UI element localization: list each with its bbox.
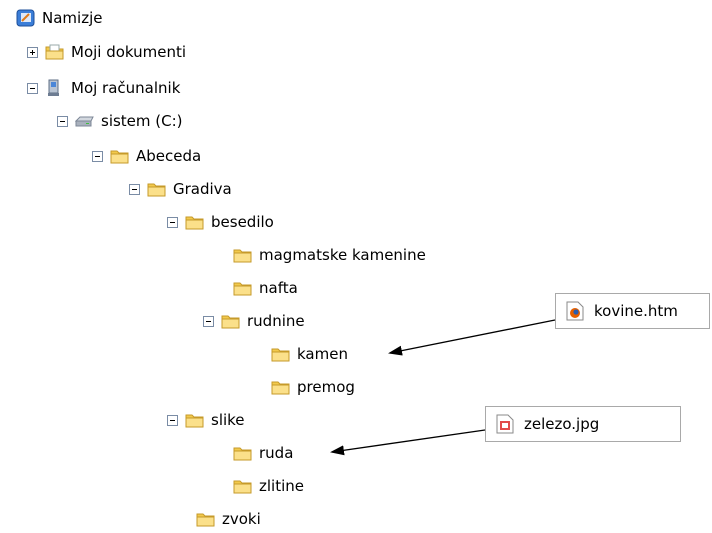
arrow-to-kamen <box>388 319 556 356</box>
arrow-to-ruda <box>330 429 486 456</box>
annotation-arrows <box>330 319 556 456</box>
